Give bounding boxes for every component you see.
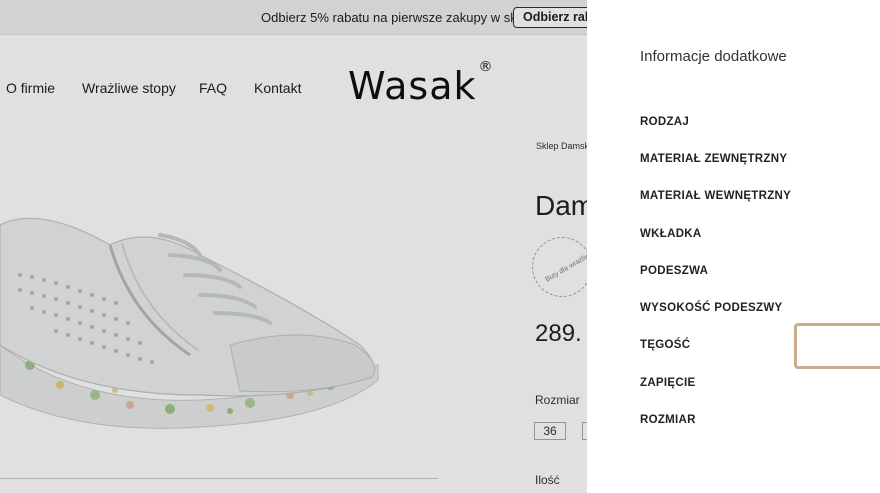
attr-rozmiar: ROZMIAR xyxy=(640,414,696,426)
panel-title: Informacje dodatkowe xyxy=(640,48,787,65)
attr-zapiecie: ZAPIĘCIE xyxy=(640,377,696,389)
attr-tegosc: TĘGOŚĆ xyxy=(640,339,691,351)
attr-material-zewnetrzny: MATERIAŁ ZEWNĘTRZNY xyxy=(640,153,788,165)
attr-wysokosc-podeszwy: WYSOKOŚĆ PODESZWY xyxy=(640,302,783,314)
attr-material-wewnetrzny: MATERIAŁ WEWNĘTRZNY xyxy=(640,190,792,202)
decorative-frame xyxy=(794,323,880,369)
attr-rodzaj: RODZAJ xyxy=(640,116,690,128)
additional-info-panel: Informacje dodatkowe RODZAJ MATERIAŁ ZEW… xyxy=(587,0,880,493)
attr-wkladka: WKŁADKA xyxy=(640,228,702,240)
attr-podeszwa: PODESZWA xyxy=(640,265,709,277)
